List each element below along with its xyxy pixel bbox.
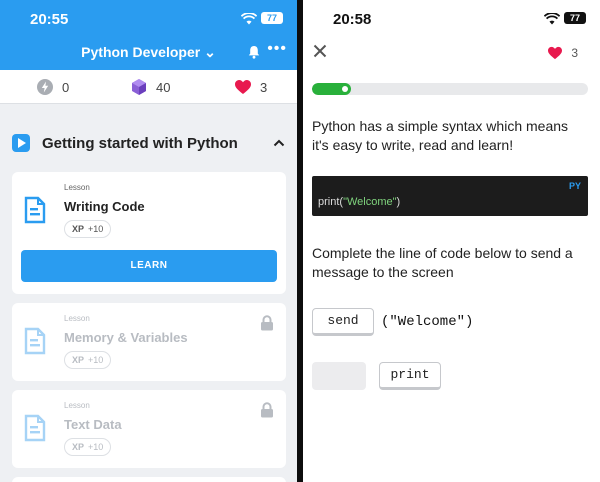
close-icon[interactable] bbox=[313, 44, 327, 58]
heart-icon bbox=[235, 80, 251, 94]
battery-icon: 77 bbox=[261, 12, 283, 24]
xp-badge: XP +10 bbox=[64, 220, 112, 238]
code-line: print("Welcome") bbox=[318, 196, 401, 208]
chevron-up-icon[interactable] bbox=[273, 139, 285, 147]
top-bar: Python Developer ⌄ ••• bbox=[0, 36, 297, 70]
lesson-type: Lesson bbox=[64, 183, 90, 192]
language-badge: PY bbox=[568, 181, 581, 191]
lives-counter: 3 bbox=[547, 46, 578, 60]
lesson-title: Writing Code bbox=[64, 199, 145, 214]
code-remainder: ("Welcome") bbox=[381, 314, 474, 330]
wifi-icon bbox=[544, 13, 560, 25]
status-bar: 20:58 77 bbox=[303, 0, 600, 36]
lesson-card[interactable]: Lesson Writing Code XP +10 LEARN bbox=[12, 172, 286, 294]
lesson-document-icon bbox=[24, 327, 46, 355]
answer-chip-send[interactable]: send bbox=[312, 308, 374, 336]
section-title: Getting started with Python bbox=[42, 134, 238, 152]
lesson-card-partial[interactable] bbox=[12, 477, 286, 482]
lock-icon bbox=[261, 402, 273, 418]
lesson-type: Lesson bbox=[64, 314, 90, 323]
xp-badge: XP +10 bbox=[64, 438, 112, 456]
play-icon bbox=[12, 134, 30, 152]
status-bar: 20:55 77 bbox=[0, 0, 297, 36]
bolt-stat[interactable]: 0 bbox=[36, 78, 69, 96]
lesson-progress-bar bbox=[312, 83, 588, 95]
heart-count: 3 bbox=[260, 79, 268, 95]
status-time: 20:58 bbox=[333, 11, 372, 28]
bolt-icon bbox=[37, 79, 53, 95]
lesson-document-icon bbox=[24, 414, 46, 442]
gem-stat[interactable]: 40 bbox=[130, 78, 170, 96]
code-snippet: PY print("Welcome") bbox=[312, 176, 588, 216]
lesson-title: Memory & Variables bbox=[64, 330, 188, 345]
heart-icon bbox=[548, 46, 563, 60]
bolt-count: 0 bbox=[62, 79, 70, 95]
instruction-text: Complete the line of code below to send … bbox=[312, 245, 573, 280]
lesson-card-locked[interactable]: Lesson Text Data XP +10 bbox=[12, 390, 286, 468]
exercise-screen: 20:58 77 3 Python has a simple syntax wh… bbox=[303, 0, 600, 482]
lock-icon bbox=[261, 315, 273, 331]
lesson-document-icon bbox=[24, 196, 46, 224]
lessons-screen: 20:55 77 Python Developer ⌄ ••• 0 40 3 G… bbox=[0, 0, 297, 482]
intro-text: Python has a simple syntax which means i… bbox=[312, 118, 569, 153]
progress-fill bbox=[312, 83, 351, 95]
xp-badge: XP +10 bbox=[64, 351, 112, 369]
bell-icon[interactable] bbox=[247, 45, 261, 59]
learn-button[interactable]: LEARN bbox=[21, 250, 277, 282]
section-header[interactable]: Getting started with Python bbox=[12, 130, 285, 156]
wifi-icon bbox=[241, 13, 257, 25]
battery-icon: 77 bbox=[564, 12, 586, 24]
gem-icon bbox=[132, 79, 146, 95]
course-title: Python Developer bbox=[81, 44, 201, 60]
chevron-down-icon: ⌄ bbox=[204, 44, 216, 60]
lesson-type: Lesson bbox=[64, 401, 90, 410]
status-time: 20:55 bbox=[30, 11, 69, 28]
option-chip-print[interactable]: print bbox=[379, 362, 441, 390]
lesson-card-locked[interactable]: Lesson Memory & Variables XP +10 bbox=[12, 303, 286, 381]
stats-row: 0 40 3 bbox=[0, 70, 297, 104]
more-icon[interactable]: ••• bbox=[267, 40, 287, 58]
empty-answer-slot[interactable] bbox=[312, 362, 366, 390]
gem-count: 40 bbox=[156, 79, 171, 95]
heart-stat[interactable]: 3 bbox=[234, 78, 267, 96]
lives-count: 3 bbox=[571, 46, 578, 60]
lesson-title: Text Data bbox=[64, 417, 122, 432]
